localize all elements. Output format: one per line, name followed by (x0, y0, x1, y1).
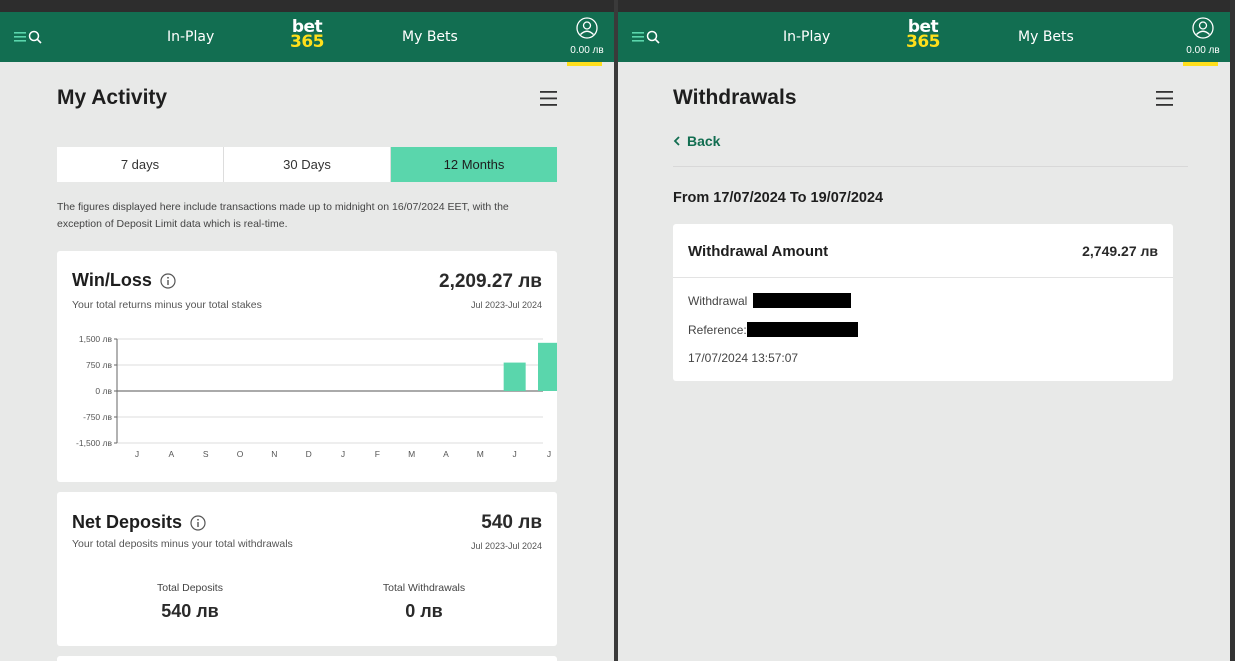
winloss-subtitle: Your total returns minus your total stak… (72, 299, 262, 311)
site-header: In-Play bet 365 My Bets 0.00 лв (618, 12, 1230, 66)
y-tick-label: 0 лв (95, 386, 112, 396)
app-frame: In-Play bet 365 My Bets 0.00 лв My Activ… (0, 0, 1235, 661)
netdeposits-heading: Net Deposits (72, 512, 206, 533)
info-icon[interactable] (160, 272, 176, 289)
winloss-range: Jul 2023-Jul 2024 (470, 300, 542, 310)
bet365-logo[interactable]: bet 365 (903, 19, 943, 51)
activity-menu-icon[interactable] (540, 91, 558, 107)
withdrawal-amount-value: 2,749.27 лв (1082, 243, 1158, 259)
info-icon[interactable] (190, 514, 206, 531)
user-icon (576, 17, 598, 39)
right-pane: In-Play bet 365 My Bets 0.00 лв Withdraw… (618, 12, 1230, 661)
redacted-reference (747, 322, 858, 337)
x-tick-label: N (271, 449, 277, 459)
withdrawal-card: Withdrawal Amount 2,749.27 лв Withdrawal… (673, 224, 1173, 381)
x-tick-label: A (443, 449, 449, 459)
winloss-value: 2,209.27 лв (439, 271, 542, 292)
netdeposits-value: 540 лв (481, 512, 542, 533)
menu-search-button[interactable] (14, 26, 44, 48)
balance-underline (1183, 62, 1218, 66)
netdeposits-card: Net Deposits Your total deposits minus y… (57, 492, 557, 646)
nav-inplay[interactable]: In-Play (783, 29, 830, 45)
period-tabs: 7 days 30 Days 12 Months (57, 147, 557, 182)
x-tick-label: M (477, 449, 484, 459)
menu-icon (14, 32, 26, 42)
x-tick-label: O (237, 449, 244, 459)
x-tick-label: D (306, 449, 312, 459)
date-range: From 17/07/2024 To 19/07/2024 (673, 190, 884, 206)
menu-icon (632, 32, 644, 42)
x-tick-label: A (168, 449, 174, 459)
next-card (57, 656, 557, 661)
netdeposits-title: Net Deposits (72, 512, 183, 532)
y-tick-label: 750 лв (86, 360, 113, 370)
x-tick-label: M (408, 449, 415, 459)
winloss-title: Win/Loss (72, 270, 152, 290)
withdrawal-label: Withdrawal (688, 294, 748, 308)
tab-7-days[interactable]: 7 days (57, 147, 224, 182)
total-deposits-value: 540 лв (161, 601, 219, 621)
divider-line (673, 166, 1188, 167)
winloss-chart: 1,500 лв 750 лв 0 лв -750 лв -1,500 лв J A S O N D… (76, 334, 557, 459)
withdrawals-menu-icon[interactable] (1156, 91, 1174, 107)
back-link[interactable]: Back (673, 133, 720, 149)
withdrawal-amount-label: Withdrawal Amount (688, 243, 829, 260)
x-tick-label: J (341, 449, 345, 459)
chart-bar (538, 342, 557, 391)
back-label: Back (687, 133, 721, 149)
nav-mybets[interactable]: My Bets (402, 29, 458, 45)
x-tick-label: J (135, 449, 139, 459)
menu-search-button[interactable] (632, 26, 662, 48)
y-tick-label: 1,500 лв (79, 334, 113, 344)
account-button[interactable]: 0.00 лв (1183, 17, 1223, 66)
card-divider (673, 277, 1173, 278)
x-tick-label: J (547, 449, 551, 459)
chart-bar (503, 362, 526, 391)
x-tick-label: F (375, 449, 380, 459)
x-tick-label: J (513, 449, 517, 459)
figures-note: The figures displayed here include trans… (57, 201, 509, 230)
netdeposits-range: Jul 2023-Jul 2024 (470, 541, 542, 551)
y-tick-label: -750 лв (83, 412, 112, 422)
total-withdrawals-label: Total Withdrawals (382, 582, 466, 594)
winloss-card: Win/Loss Your total returns minus your t… (57, 251, 557, 482)
account-button[interactable]: 0.00 лв (567, 17, 607, 66)
nav-mybets[interactable]: My Bets (1018, 29, 1074, 45)
site-header: In-Play bet 365 My Bets 0.00 лв (0, 12, 614, 66)
balance-underline (567, 62, 602, 66)
search-icon (646, 30, 660, 44)
window-right-edge (1230, 0, 1235, 661)
total-withdrawals-value: 0 лв (405, 601, 443, 621)
balance-text: 0.00 лв (1186, 45, 1220, 56)
page-title: Withdrawals (673, 86, 797, 109)
page-title: My Activity (57, 86, 168, 109)
balance-text: 0.00 лв (570, 45, 604, 56)
withdrawal-timestamp: 17/07/2024 13:57:07 (688, 351, 799, 365)
redacted-withdrawal-id (753, 293, 851, 308)
y-tick-label: -1,500 лв (76, 438, 112, 448)
reference-label: Reference: (688, 323, 747, 337)
bet365-logo[interactable]: bet 365 (287, 19, 327, 51)
tab-30-days[interactable]: 30 Days (224, 147, 391, 182)
search-icon (28, 30, 42, 44)
netdeposits-subtitle: Your total deposits minus your total wit… (72, 538, 293, 550)
x-tick-label: S (203, 449, 209, 459)
left-pane: In-Play bet 365 My Bets 0.00 лв My Activ… (0, 12, 614, 661)
winloss-heading: Win/Loss (72, 270, 176, 291)
nav-inplay[interactable]: In-Play (167, 29, 214, 45)
chevron-left-icon (673, 136, 680, 146)
user-icon (1192, 17, 1214, 39)
tab-12-months[interactable]: 12 Months (391, 147, 557, 182)
total-deposits-label: Total Deposits (157, 582, 223, 594)
